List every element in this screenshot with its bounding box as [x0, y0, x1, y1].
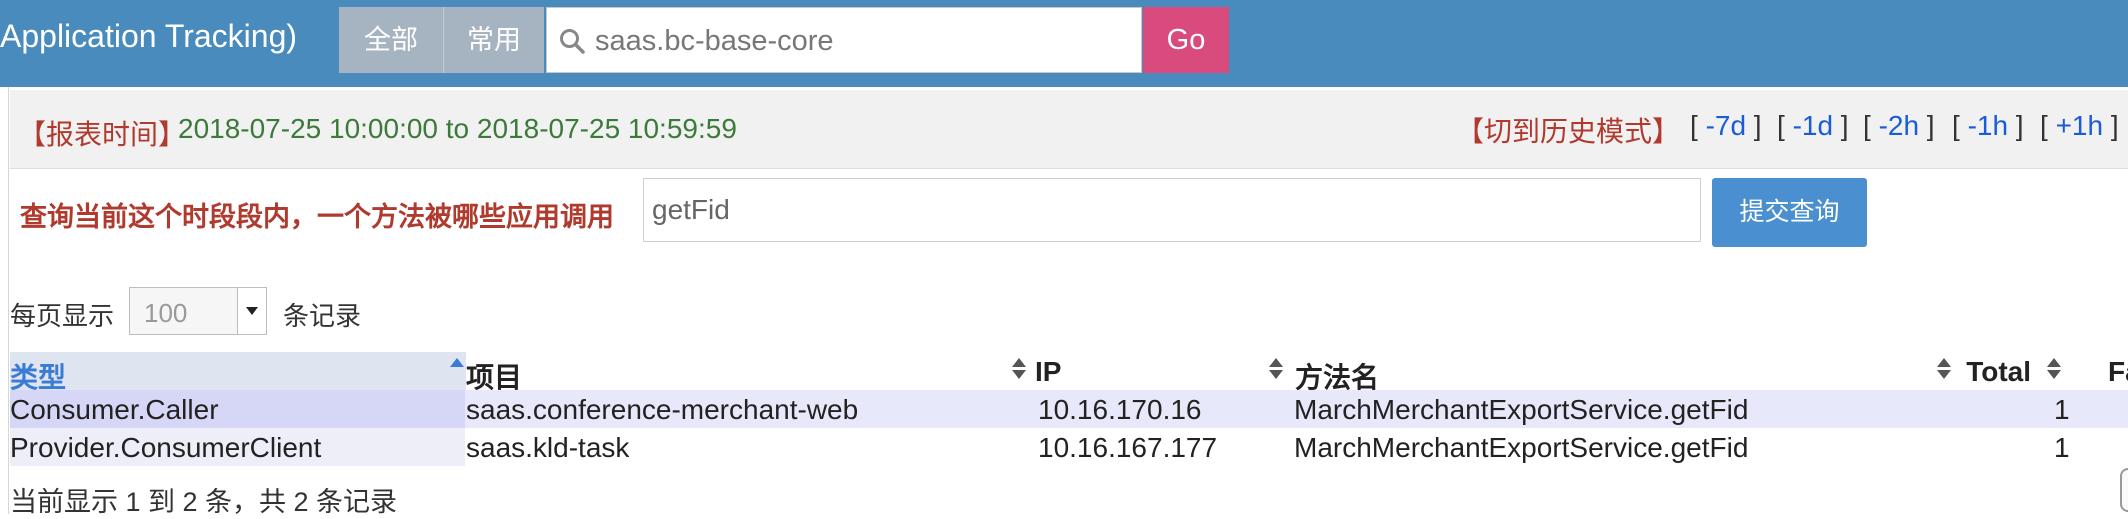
ip-cell: 10.16.167.177: [1038, 432, 1218, 463]
method-query-label: 查询当前这个时段段内，一个方法被哪些应用调用: [20, 202, 614, 232]
page-size-prefix: 每页显示: [10, 301, 115, 331]
column-header-ip[interactable]: IP: [1026, 352, 1286, 390]
page-size-suffix: 条记录: [283, 301, 362, 331]
column-header-failure-label: Fa: [2108, 356, 2128, 387]
project-cell: saas.conference-merchant-web: [466, 394, 859, 425]
time-nav-minus-1d-link[interactable]: -1d: [1793, 110, 1833, 141]
sort-icon: [1269, 358, 1283, 382]
method-cell: MarchMerchantExportService.getFid: [1294, 432, 1749, 463]
time-nav-plus-1h-link[interactable]: +1h: [2056, 110, 2104, 141]
sort-asc-icon: [450, 358, 464, 382]
column-header-failure[interactable]: Fa: [2108, 352, 2128, 390]
time-nav-minus-2h-link[interactable]: -2h: [1879, 110, 1919, 141]
history-mode-link[interactable]: 【切到历史模式】: [1456, 110, 1680, 150]
time-nav-minus-1d: [ -1d ]: [1777, 110, 1849, 141]
total-cell: 1: [2054, 394, 2070, 425]
scrollbar-handle[interactable]: [2120, 468, 2128, 512]
domain-search-input[interactable]: [593, 8, 1137, 74]
search-icon: [560, 29, 585, 54]
sort-icon: [1012, 358, 1026, 382]
submit-query-button[interactable]: 提交查询: [1712, 178, 1867, 247]
time-nav-minus-1h: [ -1h ]: [1952, 110, 2024, 141]
ip-cell: 10.16.170.16: [1038, 394, 1202, 425]
app-brand-title[interactable]: Application Tracking): [0, 18, 297, 55]
time-nav-minus-7d-link[interactable]: -7d: [1706, 110, 1746, 141]
column-header-ip-label: IP: [1035, 356, 1062, 387]
column-header-project[interactable]: 项目: [466, 352, 1026, 393]
content-left-border: [8, 87, 9, 514]
pagination-info: 当前显示 1 到 2 条，共 2 条记录: [10, 487, 398, 517]
column-header-method[interactable]: 方法名: [1286, 352, 1955, 393]
top-navbar: Application Tracking) 全部 常用 Go: [0, 0, 2128, 87]
page-size-select[interactable]: 100: [129, 287, 267, 335]
domain-search-box: [546, 7, 1142, 74]
page-size-dropdown-button[interactable]: [237, 288, 266, 334]
column-header-total-label: Total: [1966, 356, 2031, 387]
chevron-down-icon: [246, 307, 258, 315]
column-header-type[interactable]: 类型: [10, 352, 466, 393]
table-row[interactable]: Consumer.Caller saas.conference-merchant…: [10, 390, 2128, 428]
project-cell: saas.kld-task: [466, 432, 630, 463]
scope-common-button[interactable]: 常用: [444, 7, 544, 73]
type-cell: Consumer.Caller: [10, 394, 219, 425]
time-nav-minus-1h-link[interactable]: -1h: [1968, 110, 2008, 141]
scope-all-button[interactable]: 全部: [339, 7, 444, 73]
report-time-bar: 【报表时间】 2018-07-25 10:00:00 to 2018-07-25…: [10, 90, 2128, 169]
time-nav-plus-1h: [ +1h ]: [2040, 110, 2119, 141]
time-nav-minus-2h: [ -2h ]: [1863, 110, 1935, 141]
time-nav-minus-7d: [ -7d ]: [1690, 110, 1762, 141]
report-time-range: 2018-07-25 10:00:00 to 2018-07-25 10:59:…: [178, 113, 737, 144]
method-cell: MarchMerchantExportService.getFid: [1294, 394, 1749, 425]
type-cell: Provider.ConsumerClient: [10, 432, 322, 463]
sort-icon: [2047, 358, 2061, 382]
total-cell: 1: [2054, 432, 2070, 463]
page-size-value: 100: [144, 298, 188, 328]
report-time-label: 【报表时间】: [18, 119, 187, 150]
table-row[interactable]: Provider.ConsumerClient saas.kld-task 10…: [10, 428, 2128, 466]
column-header-total[interactable]: Total: [1955, 352, 2065, 390]
sort-icon: [1937, 358, 1951, 382]
go-button[interactable]: Go: [1143, 7, 1229, 73]
method-query-input[interactable]: [643, 178, 1701, 242]
